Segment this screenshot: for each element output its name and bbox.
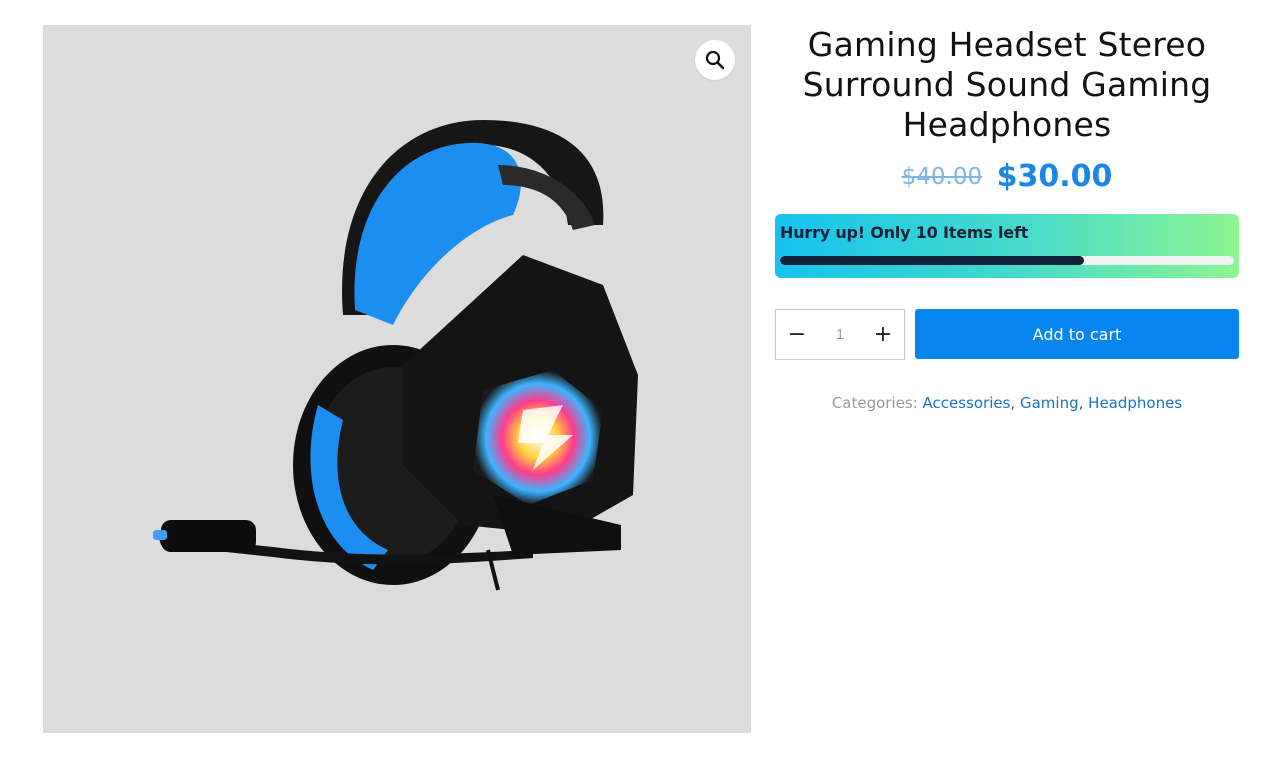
category-separator: ,: [1078, 394, 1084, 412]
decrease-quantity-button[interactable]: −: [776, 310, 818, 359]
product-gallery: [43, 25, 751, 733]
price-block: $40.00 $30.00: [775, 159, 1239, 195]
increase-quantity-button[interactable]: +: [862, 310, 904, 359]
category-separator: ,: [1010, 394, 1016, 412]
stock-progress-fill: [780, 256, 1085, 265]
zoom-button[interactable]: [695, 40, 735, 80]
add-to-cart-form: − + Add to cart: [775, 309, 1239, 360]
product-image[interactable]: [43, 25, 751, 733]
product-title: Gaming Headset Stereo Surround Sound Gam…: [802, 25, 1212, 144]
quantity-input[interactable]: [818, 325, 862, 344]
categories-label: Categories:: [831, 394, 918, 412]
stock-progress-banner: Hurry up! Only 10 Items left: [775, 214, 1239, 278]
magnifier-icon: [705, 50, 725, 70]
add-to-cart-button[interactable]: Add to cart: [915, 309, 1239, 359]
stock-message: Hurry up! Only 10 Items left: [780, 223, 1029, 242]
quantity-stepper: − +: [775, 309, 905, 360]
stock-progress-track: [780, 256, 1234, 265]
product-summary: Gaming Headset Stereo Surround Sound Gam…: [775, 25, 1239, 412]
sale-price: $30.00: [996, 159, 1113, 194]
category-link-headphones[interactable]: Headphones: [1088, 394, 1182, 412]
product-categories: Categories: Accessories, Gaming, Headpho…: [775, 394, 1239, 412]
original-price: $40.00: [901, 163, 983, 190]
category-link-accessories[interactable]: Accessories: [923, 394, 1011, 412]
category-link-gaming[interactable]: Gaming: [1020, 394, 1079, 412]
